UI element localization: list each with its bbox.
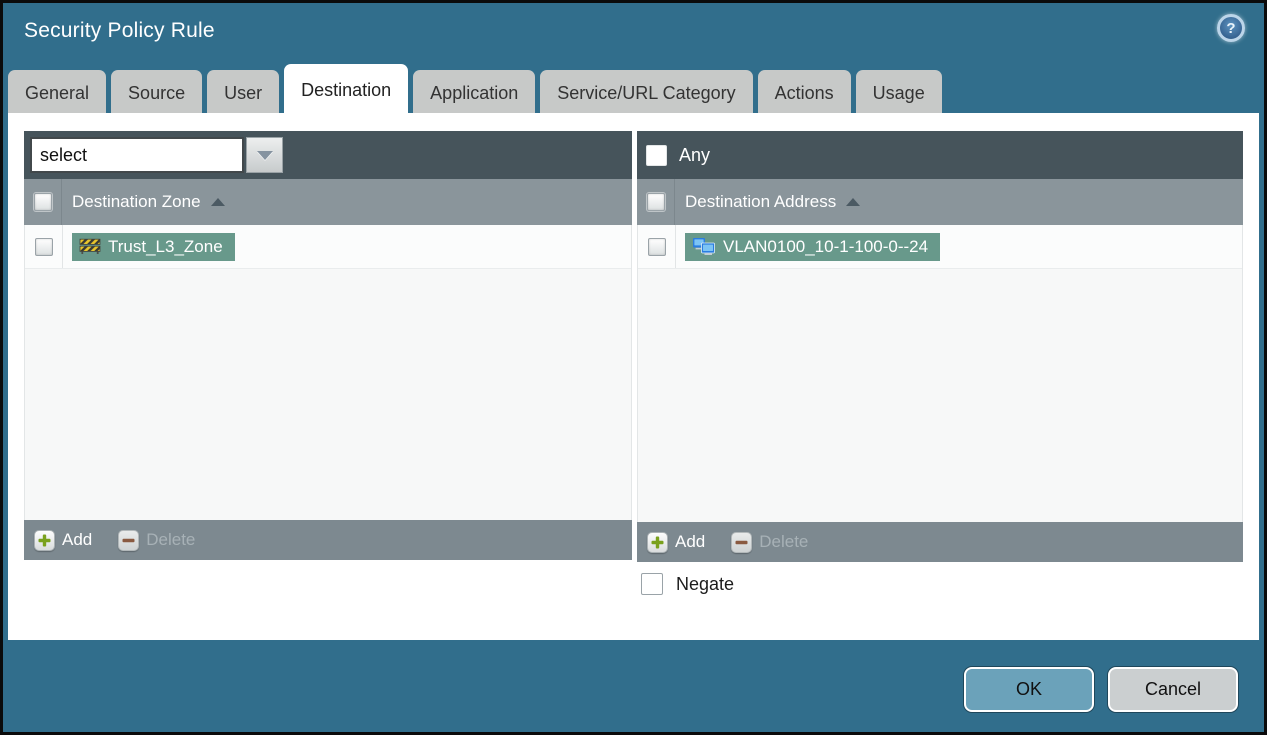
tab-destination[interactable]: Destination	[284, 64, 409, 116]
address-panel-header: Any	[637, 131, 1243, 179]
negate-checkbox[interactable]	[641, 573, 663, 595]
address-list: VLAN0100_10-1-100-0--24	[637, 225, 1243, 522]
tab-application[interactable]: Application	[413, 70, 536, 116]
address-delete-button[interactable]: Delete	[731, 531, 809, 553]
zone-list: Trust_L3_Zone	[24, 225, 632, 520]
zone-column-header: Destination Zone	[72, 192, 201, 211]
dialog-action-buttons: OK Cancel	[964, 667, 1238, 712]
tab-actions[interactable]: Actions	[757, 70, 851, 116]
address-chip[interactable]: VLAN0100_10-1-100-0--24	[685, 232, 941, 261]
tab-service-url-category[interactable]: Service/URL Category	[540, 70, 753, 116]
zone-chip[interactable]: Trust_L3_Zone	[72, 232, 235, 261]
zone-panel-header: select	[24, 131, 632, 179]
cancel-button[interactable]: Cancel	[1108, 667, 1238, 712]
plus-icon	[647, 531, 668, 553]
ok-button[interactable]: OK	[964, 667, 1094, 712]
address-panel-footer: Add Delete	[637, 522, 1243, 562]
tab-usage[interactable]: Usage	[855, 70, 942, 116]
address-add-button[interactable]: Add	[647, 531, 706, 553]
zone-row[interactable]: Trust_L3_Zone	[25, 225, 631, 269]
zone-selectall-cell	[24, 179, 62, 225]
address-row-checkbox-cell	[638, 225, 676, 268]
network-address-icon	[693, 238, 715, 255]
dialog-title: Security Policy Rule	[24, 19, 215, 42]
zone-icon	[79, 238, 101, 254]
zone-row-checkbox[interactable]	[34, 237, 53, 256]
zone-delete-label: Delete	[146, 530, 196, 549]
plus-icon	[34, 529, 55, 551]
address-column-header-row: Destination Address	[637, 179, 1243, 225]
zone-column-header-row: Destination Zone	[24, 179, 632, 225]
tab-bar: General Source User Destination Applicat…	[8, 64, 1259, 116]
any-checkbox[interactable]	[646, 144, 667, 166]
help-glyph: ?	[1226, 19, 1236, 37]
minus-icon	[731, 531, 753, 553]
address-row-checkbox[interactable]	[647, 237, 666, 256]
tab-general[interactable]: General	[8, 70, 107, 116]
zone-select-dropdown-button[interactable]	[246, 137, 283, 173]
zone-delete-button[interactable]: Delete	[118, 529, 196, 551]
tab-source[interactable]: Source	[111, 70, 203, 116]
zone-add-label: Add	[62, 530, 93, 549]
sort-ascending-icon[interactable]	[210, 198, 225, 206]
address-selectall-cell	[637, 179, 675, 225]
negate-row: Negate	[641, 573, 734, 595]
destination-address-panel: Any Destination Address VLAN0100_10-1-10…	[637, 131, 1243, 562]
zone-select-value[interactable]: select	[30, 137, 244, 173]
select-all-addresses-checkbox[interactable]	[646, 193, 665, 211]
address-column-header: Destination Address	[685, 192, 837, 211]
zone-chip-label: Trust_L3_Zone	[108, 236, 223, 256]
any-label: Any	[679, 144, 711, 165]
zone-row-checkbox-cell	[25, 225, 63, 268]
address-add-label: Add	[675, 532, 706, 551]
address-row[interactable]: VLAN0100_10-1-100-0--24	[638, 225, 1242, 269]
destination-zone-panel: select Destination Zone Trust_L3_Zone Ad…	[24, 131, 632, 560]
tab-user[interactable]: User	[207, 70, 280, 116]
address-delete-label: Delete	[759, 532, 809, 551]
negate-label: Negate	[676, 573, 735, 594]
minus-icon	[118, 529, 140, 551]
zone-panel-footer: Add Delete	[24, 520, 632, 560]
help-icon[interactable]: ?	[1217, 14, 1245, 42]
destination-tab-content: select Destination Zone Trust_L3_Zone Ad…	[8, 113, 1259, 640]
select-all-zones-checkbox[interactable]	[33, 193, 52, 211]
zone-select-combobox[interactable]: select	[30, 137, 283, 173]
sort-ascending-icon[interactable]	[846, 198, 861, 206]
zone-add-button[interactable]: Add	[34, 529, 93, 551]
address-chip-label: VLAN0100_10-1-100-0--24	[723, 236, 929, 256]
chevron-down-icon	[256, 150, 273, 160]
security-policy-rule-dialog: Security Policy Rule ? General Source Us…	[0, 0, 1267, 735]
